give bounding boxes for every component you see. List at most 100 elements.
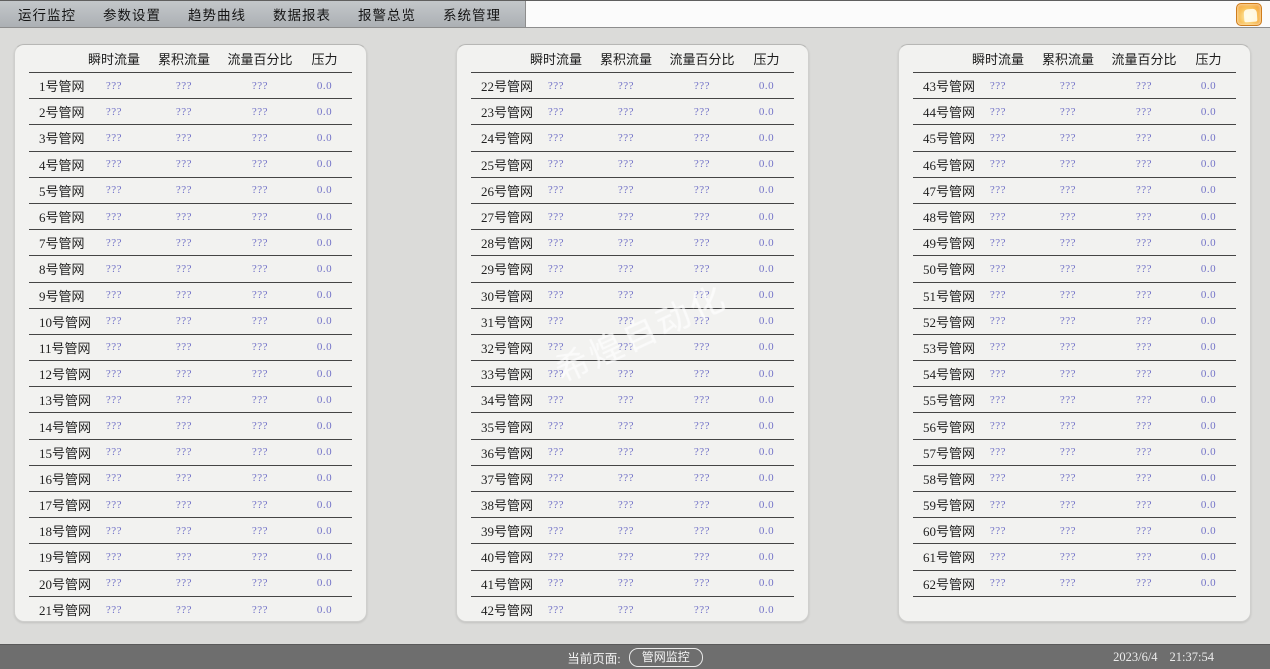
table-row: 1号管网?????????0.0 [29, 73, 352, 99]
table-row: 38号管网?????????0.0 [471, 492, 794, 518]
total-flow-value: ??? [585, 368, 667, 380]
pressure-value: 0.0 [1179, 525, 1238, 537]
table-row: 54号管网?????????0.0 [913, 361, 1236, 387]
total-flow-value: ??? [143, 211, 225, 223]
pressure-value: 0.0 [295, 341, 354, 353]
menu-bar: 运行监控 参数设置 趋势曲线 数据报表 报警总览 系统管理 [0, 0, 1270, 28]
flow-percent-value: ??? [1109, 211, 1179, 223]
flow-percent-value: ??? [667, 394, 737, 406]
instant-flow-value: ??? [527, 289, 585, 301]
pressure-value: 0.0 [295, 446, 354, 458]
row-label: 57号管网 [913, 443, 969, 462]
date-text: 2023/6/4 [1113, 650, 1157, 665]
row-label: 41号管网 [471, 574, 527, 593]
total-flow-value: ??? [1027, 525, 1109, 537]
row-label: 50号管网 [913, 259, 969, 278]
instant-flow-value: ??? [85, 184, 143, 196]
total-flow-value: ??? [585, 525, 667, 537]
table-row: 4号管网?????????0.0 [29, 152, 352, 178]
instant-flow-value: ??? [969, 577, 1027, 589]
menu-strip: 运行监控 参数设置 趋势曲线 数据报表 报警总览 系统管理 [0, 1, 526, 27]
pressure-value: 0.0 [737, 184, 796, 196]
instant-flow-value: ??? [527, 394, 585, 406]
row-label: 58号管网 [913, 469, 969, 488]
menu-item-data-reports[interactable]: 数据报表 [273, 4, 331, 24]
total-flow-value: ??? [143, 446, 225, 458]
instant-flow-value: ??? [969, 368, 1027, 380]
menu-item-system-management[interactable]: 系统管理 [443, 4, 501, 24]
instant-flow-value: ??? [969, 106, 1027, 118]
total-flow-value: ??? [585, 420, 667, 432]
row-label: 44号管网 [913, 102, 969, 121]
row-label: 28号管网 [471, 233, 527, 252]
pressure-value: 0.0 [737, 604, 796, 616]
table-row: 40号管网?????????0.0 [471, 544, 794, 570]
menu-item-parameter-settings[interactable]: 参数设置 [103, 4, 161, 24]
pressure-value: 0.0 [737, 551, 796, 563]
table-row: 6号管网?????????0.0 [29, 204, 352, 230]
total-flow-value: ??? [1027, 263, 1109, 275]
table-header: 瞬时流量 累积流量 流量百分比 压力 [471, 45, 794, 73]
table-row: 41号管网?????????0.0 [471, 571, 794, 597]
current-page-button[interactable]: 管网监控 [629, 648, 703, 667]
instant-flow-value: ??? [969, 289, 1027, 301]
col-header-flow-percent: 流量百分比 [225, 49, 295, 68]
row-label: 20号管网 [29, 574, 85, 593]
pressure-value: 0.0 [295, 368, 354, 380]
menu-item-trend-curves[interactable]: 趋势曲线 [188, 4, 246, 24]
flow-percent-value: ??? [667, 158, 737, 170]
flow-percent-value: ??? [1109, 132, 1179, 144]
folder-icon[interactable] [1236, 3, 1262, 26]
pressure-value: 0.0 [737, 211, 796, 223]
flow-percent-value: ??? [667, 184, 737, 196]
pressure-value: 0.0 [737, 420, 796, 432]
col-header-total-flow: 累积流量 [1027, 49, 1109, 68]
flow-percent-value: ??? [225, 80, 295, 92]
menu-item-operation-monitor[interactable]: 运行监控 [18, 4, 76, 24]
flow-percent-value: ??? [667, 525, 737, 537]
pipe-network-table-3: 瞬时流量 累积流量 流量百分比 压力 43号管网?????????0.044号管… [898, 44, 1251, 622]
total-flow-value: ??? [585, 577, 667, 589]
instant-flow-value: ??? [969, 132, 1027, 144]
pressure-value: 0.0 [295, 211, 354, 223]
total-flow-value: ??? [1027, 289, 1109, 301]
total-flow-value: ??? [585, 106, 667, 118]
row-label: 16号管网 [29, 469, 85, 488]
row-label: 6号管网 [29, 207, 85, 226]
total-flow-value: ??? [143, 263, 225, 275]
instant-flow-value: ??? [85, 158, 143, 170]
row-label: 31号管网 [471, 312, 527, 331]
total-flow-value: ??? [143, 604, 225, 616]
instant-flow-value: ??? [527, 211, 585, 223]
flow-percent-value: ??? [225, 472, 295, 484]
pressure-value: 0.0 [295, 184, 354, 196]
row-label: 52号管网 [913, 312, 969, 331]
total-flow-value: ??? [143, 394, 225, 406]
flow-percent-value: ??? [1109, 263, 1179, 275]
total-flow-value: ??? [1027, 420, 1109, 432]
row-label: 17号管网 [29, 495, 85, 514]
row-label: 26号管网 [471, 181, 527, 200]
instant-flow-value: ??? [85, 499, 143, 511]
pressure-value: 0.0 [1179, 446, 1238, 458]
flow-percent-value: ??? [667, 577, 737, 589]
instant-flow-value: ??? [969, 341, 1027, 353]
total-flow-value: ??? [1027, 368, 1109, 380]
instant-flow-value: ??? [85, 551, 143, 563]
total-flow-value: ??? [1027, 106, 1109, 118]
total-flow-value: ??? [585, 551, 667, 563]
flow-percent-value: ??? [667, 289, 737, 301]
total-flow-value: ??? [143, 551, 225, 563]
table-row: 31号管网?????????0.0 [471, 309, 794, 335]
total-flow-value: ??? [585, 80, 667, 92]
instant-flow-value: ??? [527, 604, 585, 616]
menu-item-alarm-overview[interactable]: 报警总览 [358, 4, 416, 24]
row-label: 13号管网 [29, 390, 85, 409]
total-flow-value: ??? [1027, 184, 1109, 196]
row-label: 60号管网 [913, 521, 969, 540]
instant-flow-value: ??? [527, 368, 585, 380]
table-row: 27号管网?????????0.0 [471, 204, 794, 230]
pressure-value: 0.0 [1179, 420, 1238, 432]
pressure-value: 0.0 [295, 289, 354, 301]
pressure-value: 0.0 [737, 394, 796, 406]
